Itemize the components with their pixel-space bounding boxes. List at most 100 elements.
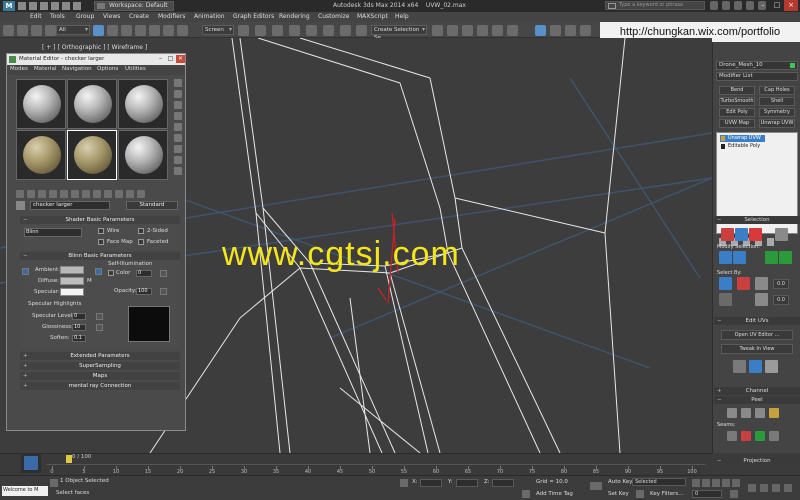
extended-parameters-header[interactable]: Extended Parameters (20, 352, 180, 360)
viewport-view-menu[interactable]: [ Orthographic ] (57, 44, 105, 51)
convert-edge-seams-icon[interactable] (755, 431, 765, 441)
sample-type-icon[interactable] (174, 79, 182, 87)
assign-material-icon[interactable] (38, 190, 46, 198)
graphite-ribbon-icon[interactable] (477, 25, 488, 36)
y-coordinate-field[interactable] (456, 479, 478, 487)
me-menu-modes[interactable]: Modes (10, 66, 28, 72)
shader-type-dropdown[interactable]: Blinn (24, 228, 82, 237)
peel-mode-icon[interactable] (727, 408, 737, 418)
soften-value[interactable]: 0.1 (72, 335, 86, 342)
select-link-icon[interactable] (31, 25, 42, 36)
go-forward-icon[interactable] (137, 190, 145, 198)
menu-modifiers[interactable]: Modifiers (158, 13, 185, 20)
specular-color-swatch[interactable] (60, 288, 84, 296)
move-icon[interactable] (149, 25, 160, 36)
rotate-icon[interactable] (163, 25, 174, 36)
workspace-dropdown[interactable]: Workspace: Default (94, 1, 174, 11)
lock-ambient-icon[interactable] (95, 268, 102, 275)
subscription-icon[interactable] (722, 1, 730, 10)
key-icon[interactable] (636, 490, 644, 498)
angle-spinner[interactable]: 0.0 (773, 279, 789, 289)
sample-slot[interactable] (118, 130, 168, 180)
viewport-shading-menu[interactable]: [ Wireframe ] (107, 44, 147, 51)
previous-frame-icon[interactable] (702, 479, 710, 487)
set-key-button[interactable]: Set Key (608, 491, 629, 497)
projection-rollout-header[interactable]: Projection (714, 457, 800, 465)
manipulate-icon[interactable] (255, 25, 266, 36)
menu-graph-editors[interactable]: Graph Editors (233, 13, 274, 20)
redo-icon[interactable] (62, 2, 70, 10)
close-icon[interactable]: × (176, 55, 185, 63)
rendered-frame-window-icon[interactable] (565, 25, 576, 36)
make-preview-icon[interactable] (174, 134, 182, 142)
background-icon[interactable] (174, 101, 182, 109)
shader-basic-header[interactable]: Shader Basic Parameters (20, 216, 180, 224)
viewport-plus-menu[interactable]: [ + ] (42, 44, 56, 51)
render-production-icon[interactable] (580, 25, 591, 36)
redo-toolbar-icon[interactable] (17, 25, 28, 36)
me-menu-navigation[interactable]: Navigation (62, 66, 92, 72)
edit-uvs-rollout-header[interactable]: Edit UVs (714, 317, 800, 325)
diffuse-color-swatch[interactable] (60, 277, 84, 285)
channel-rollout-header[interactable]: Channel (714, 387, 800, 395)
lightbulb-icon[interactable] (721, 136, 725, 141)
me-menu-options[interactable]: Options (97, 66, 118, 72)
maps-header[interactable]: Maps (20, 372, 180, 380)
face-map-checkbox[interactable] (98, 239, 104, 245)
mental-ray-header[interactable]: mental ray Connection (20, 382, 180, 390)
reference-coord-dropdown[interactable]: Screen (202, 25, 234, 35)
make-copy-icon[interactable] (60, 190, 68, 198)
edit-poly-button[interactable]: Edit Poly (719, 108, 755, 117)
tweak-in-view-button[interactable]: Tweak In View (721, 344, 793, 354)
menu-maxscript[interactable]: MAXScript (357, 13, 388, 20)
help-search-box[interactable]: Type a keyword or phrase (605, 1, 705, 10)
layer-manager-icon[interactable] (462, 25, 473, 36)
material-navigator-icon[interactable] (174, 167, 182, 175)
viewport-label[interactable]: [ + ] [ Orthographic ] [ Wireframe ] (42, 44, 147, 51)
select-flipped-icon[interactable] (755, 293, 768, 306)
keyboard-shortcut-icon[interactable] (272, 25, 283, 36)
undo-icon[interactable] (51, 2, 59, 10)
specular-level-value[interactable]: 0 (72, 313, 86, 320)
blinn-basic-header[interactable]: Blinn Basic Parameters (20, 252, 180, 260)
scale-icon[interactable] (177, 25, 188, 36)
show-map-icon[interactable] (104, 190, 112, 198)
glossiness-value[interactable]: 10 (72, 324, 86, 331)
two-sided-checkbox[interactable] (138, 228, 144, 234)
ring-selection-icon[interactable] (765, 251, 778, 264)
opacity-map-button[interactable] (160, 288, 167, 295)
selection-filter-dropdown[interactable]: All (56, 25, 90, 35)
grow-selection-icon[interactable] (719, 251, 732, 264)
project-folder-icon[interactable] (73, 2, 81, 10)
me-menu-utilities[interactable]: Utilities (125, 66, 146, 72)
select-by-name-icon[interactable] (107, 25, 118, 36)
object-color-swatch[interactable] (790, 63, 795, 68)
face-selection-icon[interactable] (749, 228, 762, 241)
configure-modifier-sets-icon[interactable] (767, 238, 774, 246)
key-mode-dropdown[interactable]: Selected (632, 478, 686, 486)
sample-slot[interactable] (118, 79, 168, 129)
faceted-checkbox[interactable] (138, 239, 144, 245)
window-crossing-icon[interactable] (135, 25, 146, 36)
expand-seams-icon[interactable] (769, 431, 779, 441)
get-material-icon[interactable] (16, 190, 24, 198)
menu-views[interactable]: Views (103, 13, 120, 20)
auto-key-button[interactable]: Auto Key (608, 479, 633, 485)
put-to-library-icon[interactable] (82, 190, 90, 198)
bend-button[interactable]: Bend (719, 86, 755, 95)
maximize-viewport-icon[interactable] (784, 484, 792, 492)
set-key-mode-icon[interactable] (590, 482, 602, 490)
self-illum-value[interactable]: 0 (136, 270, 152, 277)
edge-selection-icon[interactable] (735, 228, 748, 241)
object-name-field[interactable]: Drone_Mesh_10 (716, 61, 798, 70)
absolute-mode-icon[interactable] (400, 479, 408, 487)
help-search-input[interactable]: Type a keyword or phrase (619, 2, 683, 8)
reset-map-icon[interactable] (49, 190, 57, 198)
shrink-selection-icon[interactable] (733, 251, 746, 264)
menu-create[interactable]: Create (129, 13, 149, 20)
element-selection-icon[interactable] (775, 228, 788, 241)
maxscript-listener-field[interactable]: Welcome to M (2, 486, 48, 496)
threshold-spinner[interactable]: 0.0 (773, 295, 789, 305)
select-by-material-icon[interactable] (174, 156, 182, 164)
ambient-color-swatch[interactable] (60, 266, 84, 274)
